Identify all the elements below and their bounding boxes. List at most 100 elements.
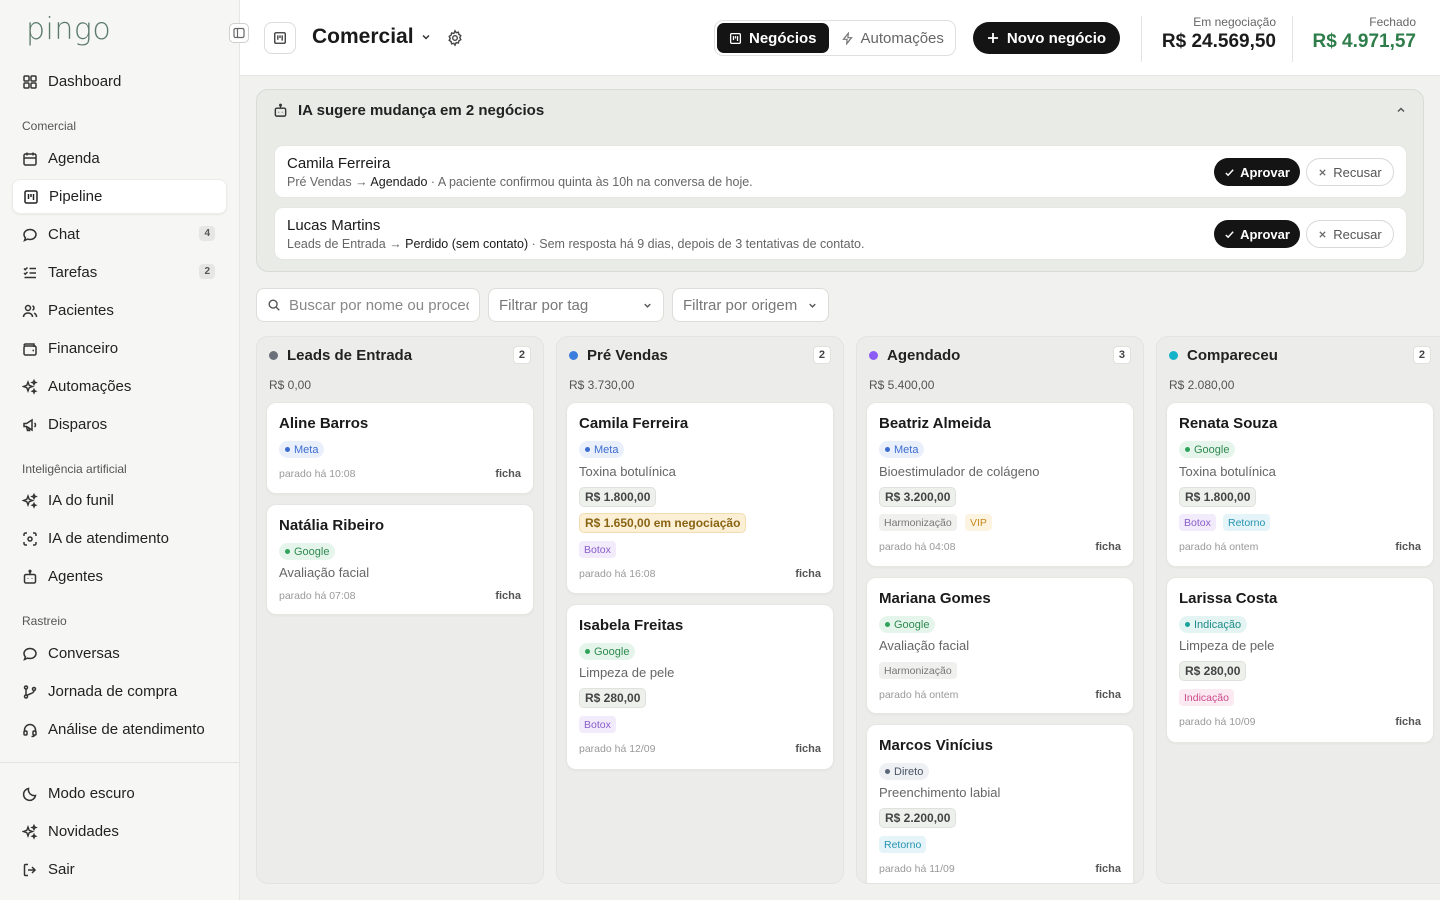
source-dot <box>885 769 890 774</box>
stale-time: parado há 10/09 <box>1179 716 1256 728</box>
ficha-link[interactable]: ficha <box>795 743 821 755</box>
search-input[interactable] <box>289 296 469 314</box>
deal-name: Larissa Costa <box>1179 590 1278 607</box>
ficha-link[interactable]: ficha <box>495 590 521 602</box>
source-tag: Google <box>279 543 336 560</box>
ficha-link[interactable]: ficha <box>1095 541 1121 553</box>
suggestion-reason: · Sem resposta há 9 dias, depois de 3 te… <box>528 237 865 251</box>
moon-icon <box>22 786 38 802</box>
column-title: Compareceu <box>1187 347 1278 364</box>
pipeline-column: Pré Vendas 2 R$ 3.730,00 Camila Ferreira… <box>556 336 844 884</box>
ficha-link[interactable]: ficha <box>1095 863 1121 875</box>
sidebar-item-chat[interactable]: Chat 4 <box>12 217 227 252</box>
label-tag: Retorno <box>1223 514 1271 531</box>
column-header: Leads de Entrada <box>269 347 412 364</box>
pipeline-settings-button[interactable] <box>446 29 464 47</box>
tab-automacoes[interactable]: Automações <box>829 23 956 53</box>
sparkles-icon <box>22 378 38 395</box>
sidebar-item-disparos[interactable]: Disparos <box>12 407 227 442</box>
approve-button[interactable]: Aprovar <box>1214 220 1300 248</box>
label-tag: Retorno <box>879 836 927 853</box>
deal-card[interactable]: Isabela Freitas Google Limpeza de pele R… <box>566 604 834 770</box>
deal-card[interactable]: Camila Ferreira Meta Toxina botulínica R… <box>566 402 834 594</box>
deal-card[interactable]: Renata Souza Google Toxina botulínica R$… <box>1166 402 1434 567</box>
sidebar-item-analise[interactable]: Análise de atendimento <box>12 712 227 747</box>
pipeline-selector[interactable]: Comercial <box>312 25 432 49</box>
procedure: Limpeza de pele <box>1179 638 1275 653</box>
suggestion-description: Pré Vendas → Agendado · A paciente confi… <box>287 175 753 189</box>
deal-card[interactable]: Marcos Vinícius Direto Preenchimento lab… <box>866 724 1134 883</box>
sidebar-item-pipeline[interactable]: Pipeline <box>12 179 227 214</box>
sidebar-item-sair[interactable]: Sair <box>12 852 227 887</box>
label-tag: Botox <box>579 716 616 733</box>
label-tag: Harmonização <box>879 662 957 679</box>
stale-time: parado há ontem <box>1179 541 1259 553</box>
origin-filter-select[interactable]: Filtrar por origem <box>672 288 829 322</box>
sidebar-item-conversas[interactable]: Conversas <box>12 636 227 671</box>
deal-card[interactable]: Mariana Gomes Google Avaliação facial Ha… <box>866 577 1134 714</box>
column-count-badge: 2 <box>512 346 531 364</box>
source-label: Google <box>894 618 930 631</box>
sidebar-item-jornada[interactable]: Jornada de compra <box>12 674 227 709</box>
origin-filter-label: Filtrar por origem <box>683 296 798 314</box>
new-deal-button[interactable]: Novo negócio <box>973 22 1120 54</box>
sidebar-item-label: Dashboard <box>48 73 122 90</box>
collapse-panel-button[interactable] <box>1395 104 1407 116</box>
suggestion-reason: · A paciente confirmou quinta às 10h na … <box>427 175 753 189</box>
metric-negotiation: Em negociação R$ 24.569,50 <box>1162 15 1276 53</box>
board-view-button[interactable] <box>264 22 296 54</box>
reject-button[interactable]: Recusar <box>1306 158 1394 186</box>
reject-button[interactable]: Recusar <box>1306 220 1394 248</box>
column-count-badge: 2 <box>812 346 831 364</box>
sidebar-item-label: IA do funil <box>48 492 114 509</box>
procedure: Limpeza de pele <box>579 665 675 680</box>
tab-negocios[interactable]: Negócios <box>717 23 829 53</box>
deal-name: Beatriz Almeida <box>879 415 991 432</box>
sidebar-item-ia-funil[interactable]: IA do funil <box>12 483 227 518</box>
collapse-sidebar-button[interactable] <box>229 23 249 43</box>
sidebar-item-dashboard[interactable]: Dashboard <box>12 64 227 99</box>
ai-suggestions-panel: IA sugere mudança em 2 negócios Camila F… <box>256 89 1424 272</box>
column-header: Agendado <box>869 347 960 364</box>
sidebar-item-automacoes[interactable]: Automações <box>12 369 227 404</box>
sidebar-item-modo-escuro[interactable]: Modo escuro <box>12 776 227 811</box>
sidebar-item-financeiro[interactable]: Financeiro <box>12 331 227 366</box>
price-badge: R$ 3.200,00 <box>879 487 957 507</box>
sidebar-item-agentes[interactable]: Agentes <box>12 559 227 594</box>
source-label: Google <box>294 545 330 558</box>
sidebar-item-pacientes[interactable]: Pacientes <box>12 293 227 328</box>
price-badge: R$ 1.800,00 <box>579 487 657 507</box>
source-label: Google <box>594 645 630 658</box>
deal-card[interactable]: Natália Ribeiro Google Avaliação facial … <box>266 504 534 615</box>
ficha-link[interactable]: ficha <box>1395 541 1421 553</box>
deal-card[interactable]: Aline Barros Meta parado há 10:08 ficha <box>266 402 534 494</box>
sidebar-item-tarefas[interactable]: Tarefas 2 <box>12 255 227 290</box>
sidebar-item-label: Tarefas <box>48 264 98 281</box>
sidebar-item-novidades[interactable]: Novidades <box>12 814 227 849</box>
stage-from: Pré Vendas <box>287 175 352 189</box>
ficha-link[interactable]: ficha <box>795 568 821 580</box>
lightning-icon <box>841 31 854 45</box>
source-dot <box>585 649 590 654</box>
ficha-link[interactable]: ficha <box>1395 716 1421 728</box>
ficha-link[interactable]: ficha <box>495 468 521 480</box>
sidebar-item-ia-atendimento[interactable]: IA de atendimento <box>12 521 227 556</box>
ficha-link[interactable]: ficha <box>1095 689 1121 701</box>
check-icon <box>1224 229 1235 240</box>
sidebar-divider <box>0 762 239 763</box>
approve-button[interactable]: Aprovar <box>1214 158 1300 186</box>
source-dot <box>1185 622 1190 627</box>
deal-card[interactable]: Beatriz Almeida Meta Bioestimulador de c… <box>866 402 1134 567</box>
tag-filter-select[interactable]: Filtrar por tag <box>488 288 664 322</box>
headset-icon <box>22 722 38 738</box>
suggestion-name: Camila Ferreira <box>287 155 391 172</box>
search-icon <box>267 298 281 312</box>
sidebar-item-agenda[interactable]: Agenda <box>12 141 227 176</box>
metric-closed: Fechado R$ 4.971,57 <box>1312 15 1416 53</box>
app-logo[interactable]: pingo <box>26 12 111 47</box>
chevron-down-icon <box>420 31 432 43</box>
metric-value: R$ 4.971,57 <box>1312 31 1416 52</box>
sidebar-item-label: IA de atendimento <box>48 530 169 547</box>
deal-card[interactable]: Larissa Costa Indicação Limpeza de pele … <box>1166 577 1434 743</box>
ai-panel-header[interactable]: IA sugere mudança em 2 negócios <box>273 102 544 119</box>
